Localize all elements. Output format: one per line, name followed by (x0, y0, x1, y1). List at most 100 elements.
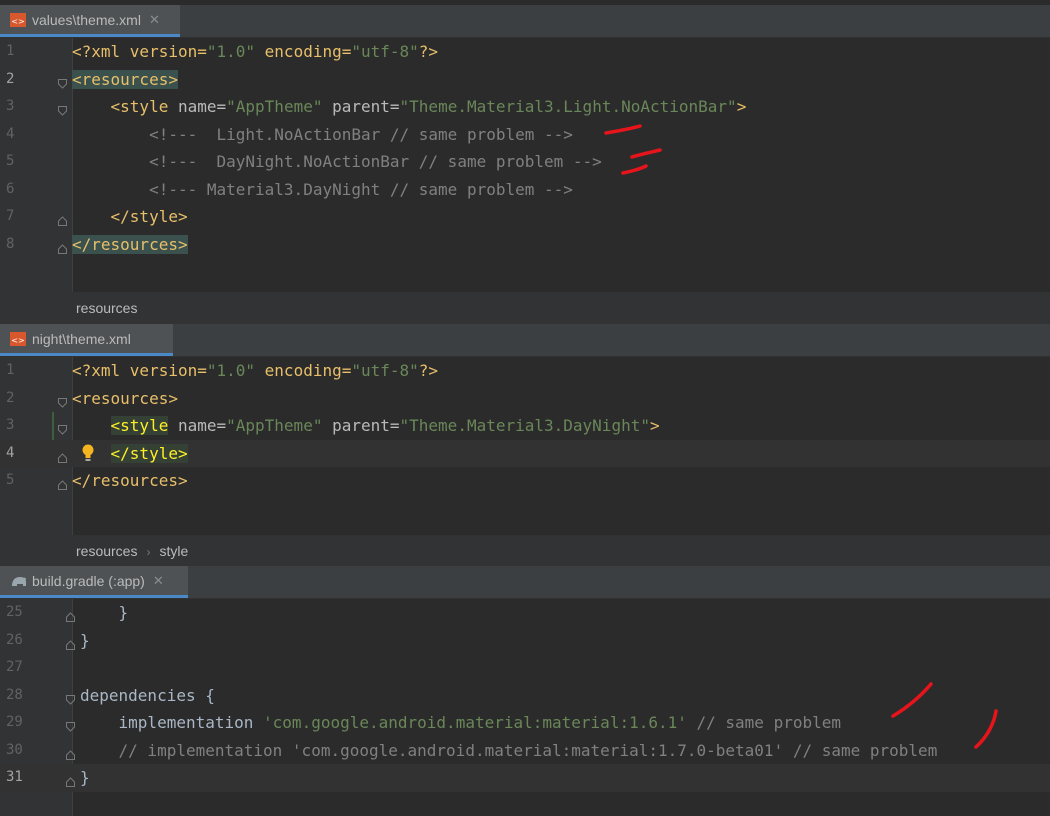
line-number: 4 (6, 444, 15, 461)
code-token: "utf-8" (351, 42, 419, 61)
fold-marker-icon[interactable] (58, 448, 67, 463)
tab-bar-values-theme: <> values\theme.xml ✕ (0, 5, 1050, 38)
code-token: implementation (80, 713, 264, 732)
line-number: 30 (6, 741, 23, 758)
code-line: 27 (0, 654, 1050, 682)
code-line: 8 </resources> (0, 231, 1050, 259)
code-token: parent= (322, 416, 400, 435)
code-line: 2 <resources> (0, 66, 1050, 94)
tab-build-gradle[interactable]: build.gradle (:app) ✕ (0, 566, 188, 598)
svg-text:<>: <> (11, 17, 24, 26)
tab-values-theme-xml[interactable]: <> values\theme.xml ✕ (0, 5, 180, 37)
code-token: parent= (322, 97, 400, 116)
code-line: 3 <style name="AppTheme" parent="Theme.M… (0, 412, 1050, 467)
code-token: ?> (418, 361, 439, 380)
code-token: <style (110, 416, 169, 435)
breadcrumb: resources › style (0, 535, 1050, 567)
breadcrumb-item[interactable]: style (159, 543, 188, 559)
line-number: 8 (6, 235, 15, 252)
code-token: "1.0" (206, 42, 256, 61)
editor-build-gradle[interactable]: 25 } 26 } 27 28 dependencies { 29 implem… (0, 599, 1050, 816)
line-number: 29 (6, 714, 23, 730)
code-line: 25 } (0, 599, 1050, 627)
code-token: // same problem (686, 713, 842, 732)
breadcrumb: resources (0, 292, 1050, 324)
line-number: 25 (6, 604, 23, 620)
code-comment: <!--- Light.NoActionBar // same problem … (72, 124, 573, 144)
code-line: 4 <!--- Light.NoActionBar // same proble… (0, 121, 1050, 149)
close-icon[interactable]: ✕ (153, 573, 164, 589)
code-token: </style> (110, 207, 188, 226)
line-number: 2 (6, 389, 15, 406)
tab-bar-night-theme: <> night\theme.xml (0, 324, 1050, 357)
line-number: 3 (6, 417, 15, 433)
code-token: <?xml version= (72, 361, 207, 380)
code-token: ?> (418, 42, 439, 61)
code-token: encoding= (255, 361, 352, 380)
code-line: 5 <!--- DayNight.NoActionBar // same pro… (0, 148, 1050, 176)
fold-marker-icon[interactable] (58, 393, 67, 408)
code-line: 2 <resources> (0, 385, 1050, 413)
code-token: </resources> (72, 471, 188, 490)
fold-marker-icon[interactable] (66, 690, 75, 705)
code-line: 1 <?xml version="1.0" encoding="utf-8"?> (0, 38, 1050, 66)
line-number: 28 (6, 686, 23, 703)
fold-marker-icon[interactable] (58, 420, 67, 435)
code-token: name= (168, 416, 227, 435)
line-number: 5 (6, 153, 15, 169)
gradle-elephant-icon (10, 574, 26, 588)
code-token: > (736, 97, 747, 116)
code-token: "AppTheme" (226, 416, 323, 435)
code-line: 3 <style name="AppTheme" parent="Theme.M… (0, 93, 1050, 121)
code-token: > (649, 416, 660, 435)
fold-marker-icon[interactable] (66, 607, 75, 622)
fold-marker-icon[interactable] (58, 101, 67, 116)
fold-marker-icon[interactable] (58, 211, 67, 226)
code-token: "utf-8" (351, 361, 419, 380)
fold-marker-icon[interactable] (58, 475, 67, 490)
breadcrumb-item[interactable]: resources (76, 543, 137, 559)
fold-marker-icon[interactable] (66, 635, 75, 650)
code-token: <style (110, 97, 178, 116)
line-number: 5 (6, 472, 15, 488)
close-icon[interactable]: ✕ (149, 12, 160, 28)
code-token: </resources> (72, 234, 188, 254)
editor-values-theme[interactable]: 1 <?xml version="1.0" encoding="utf-8"?>… (0, 38, 1050, 293)
line-number: 7 (6, 208, 15, 224)
tab-label: build.gradle (:app) (32, 572, 145, 589)
code-token: <resources> (72, 69, 178, 89)
tab-night-theme-xml[interactable]: <> night\theme.xml (0, 324, 173, 356)
code-line: 26 } (0, 627, 1050, 655)
line-number: 1 (6, 362, 15, 378)
code-token: <resources> (72, 388, 178, 408)
code-token: dependencies { (80, 685, 215, 705)
code-line: 29 implementation 'com.google.android.ma… (0, 709, 1050, 737)
code-token: } (80, 603, 129, 622)
line-number: 6 (6, 180, 15, 197)
code-token: name= (177, 97, 227, 116)
editor-night-theme[interactable]: 1 <?xml version="1.0" encoding="utf-8"?>… (0, 357, 1050, 535)
code-line: 28 dependencies { (0, 682, 1050, 710)
xml-file-icon: <> (10, 331, 26, 346)
fold-marker-icon[interactable] (66, 772, 75, 787)
breadcrumb-separator: › (146, 545, 151, 559)
fold-marker-icon[interactable] (58, 239, 67, 254)
code-token: } (80, 768, 90, 787)
line-number: 31 (6, 769, 23, 785)
code-line: 5 </resources> (0, 467, 1050, 495)
code-line-current: 31 } (0, 764, 1050, 792)
line-number: 2 (6, 70, 15, 87)
code-token: "Theme.Material3.DayNight" (399, 416, 650, 435)
fold-marker-icon[interactable] (58, 74, 67, 89)
code-line: 30 // implementation 'com.google.android… (0, 737, 1050, 765)
fold-marker-icon[interactable] (66, 717, 75, 732)
fold-marker-icon[interactable] (66, 745, 75, 760)
code-token: "1.0" (206, 361, 256, 380)
line-number: 3 (6, 98, 15, 114)
tab-label: values\theme.xml (32, 11, 141, 28)
code-token: <?xml version= (72, 42, 207, 61)
breadcrumb-item[interactable]: resources (76, 300, 137, 316)
